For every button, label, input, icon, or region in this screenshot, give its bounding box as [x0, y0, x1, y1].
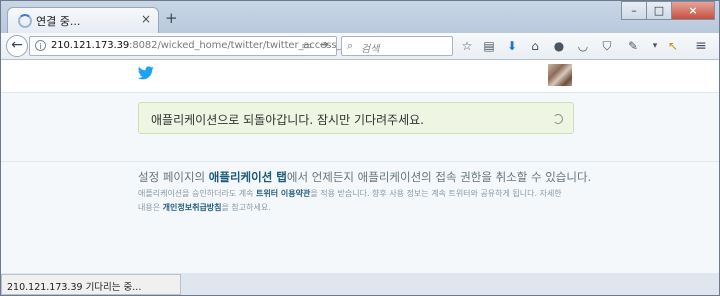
site-info-icon[interactable]: i	[35, 40, 46, 51]
search-placeholder: 검색	[361, 44, 380, 55]
settings-info: 설정 페이지의 애플리케이션 탭에서 언제든지 애플리케이션의 접속 권한을 취…	[138, 169, 591, 185]
url-text[interactable]: 210.121.173.39:8082/wicked_home/twitter/…	[51, 40, 384, 51]
clipboard-icon[interactable]: ▤	[481, 38, 497, 54]
terms-of-service-link[interactable]: 트위터 이용약관	[256, 189, 310, 198]
status-bar: 210.121.173.39 기다리는 중...	[1, 274, 181, 295]
tab-close-icon[interactable]: ×	[141, 12, 151, 26]
shield-icon[interactable]: ⛉	[599, 38, 615, 54]
new-tab-button[interactable]: +	[165, 11, 178, 26]
home-icon[interactable]: ⌂	[527, 38, 543, 54]
go-arrow-icon[interactable]: ➔	[320, 38, 329, 51]
url-bar[interactable]: i 210.121.173.39:8082/wicked_home/twitte…	[29, 36, 384, 56]
page-content: 애플리케이션으로 되돌아갑니다. 잠시만 기다려주세요. 설정 페이지의 애플리…	[1, 60, 719, 273]
loading-spinner-icon	[553, 114, 563, 124]
reader-view-icon[interactable]: ▭	[302, 39, 312, 52]
notice-text: 애플리케이션으로 되돌아갑니다. 잠시만 기다려주세요.	[151, 113, 424, 127]
divider	[1, 161, 719, 162]
terms-text-pre: 애플리케이션을 승인하더라도 계속	[138, 189, 254, 198]
window-controls: – □ ×	[621, 1, 715, 20]
privacy-info: 내용은 개인정보취급방침을 참고하세요.	[138, 202, 271, 213]
chevron-down-icon[interactable]: ▾	[647, 38, 663, 54]
terms-text-post: 을 적용 받습니다. 향후 사용 정보는 계속 트위터와 공유하게 됩니다. 자…	[310, 189, 562, 198]
chat-icon[interactable]: ●	[551, 38, 567, 54]
navigation-toolbar: ← i 210.121.173.39:8082/wicked_home/twit…	[1, 33, 719, 60]
download-icon[interactable]: ⬇	[504, 38, 520, 54]
browser-window: 연결 중... × + – □ × ← i 210.121.173.39:808…	[0, 0, 720, 296]
search-bar[interactable]: ⌕ 검색	[341, 36, 453, 56]
avatar[interactable]	[548, 64, 572, 86]
applications-tab-link[interactable]: 애플리케이션 탭	[209, 170, 287, 184]
status-text: 210.121.173.39 기다리는 중...	[7, 282, 142, 293]
loading-spinner-icon	[18, 14, 32, 28]
twitter-header	[1, 60, 719, 93]
extension-icon[interactable]: ✎	[625, 38, 641, 54]
maximize-button[interactable]: □	[646, 1, 672, 20]
tab-active[interactable]: 연결 중... ×	[7, 7, 159, 33]
cursor-icon[interactable]: ↖	[665, 38, 681, 54]
privacy-policy-link[interactable]: 개인정보취급방침	[163, 203, 222, 212]
terms-info: 애플리케이션을 승인하더라도 계속 트위터 이용약관을 적용 받습니다. 향후 …	[138, 188, 562, 199]
star-icon[interactable]: ☆	[459, 38, 475, 54]
minimize-button[interactable]: –	[621, 1, 647, 20]
close-window-button[interactable]: ×	[671, 1, 715, 20]
search-icon: ⌕	[347, 39, 354, 52]
privacy-text-post: 을 참고하세요.	[221, 203, 271, 212]
privacy-text-pre: 내용은	[138, 203, 161, 212]
menu-icon[interactable]: ≡	[693, 38, 709, 54]
back-button[interactable]: ←	[6, 35, 28, 57]
twitter-bird-icon[interactable]	[138, 66, 154, 80]
settings-text-pre: 설정 페이지의	[138, 170, 206, 184]
settings-text-post: 에서 언제든지 애플리케이션의 접속 권한을 취소할 수 있습니다.	[286, 170, 592, 184]
redirect-notice: 애플리케이션으로 되돌아갑니다. 잠시만 기다려주세요.	[138, 102, 574, 134]
tab-title: 연결 중...	[36, 15, 81, 28]
pocket-icon[interactable]: ◡	[575, 38, 591, 54]
url-host: 210.121.173.39	[51, 40, 130, 51]
tab-strip: 연결 중... × + – □ ×	[1, 1, 719, 33]
